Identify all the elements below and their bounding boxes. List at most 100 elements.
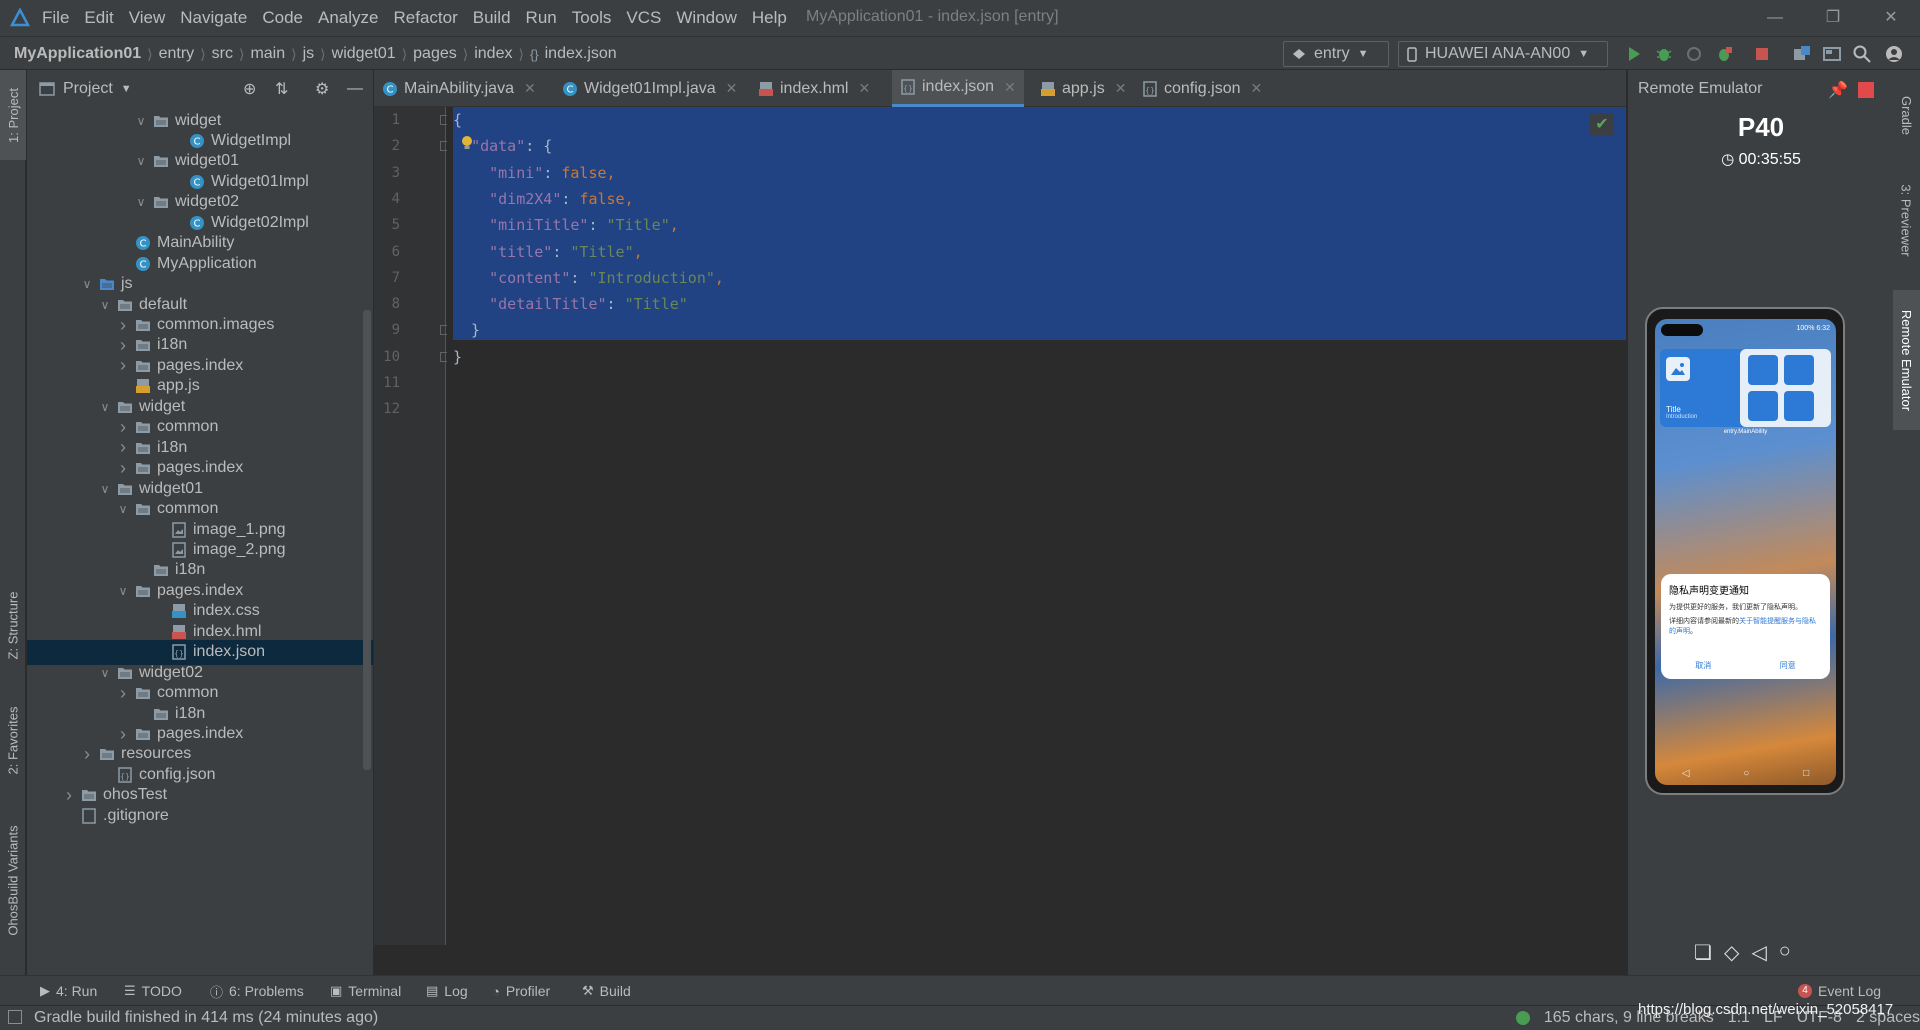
tab-build-variants[interactable]: OhosBuild Variants bbox=[0, 810, 26, 950]
module-selector[interactable]: entry ▼ bbox=[1283, 41, 1389, 67]
editor-tab[interactable]: {} config.json ✕ bbox=[1134, 70, 1270, 107]
menu-edit[interactable]: Edit bbox=[84, 8, 113, 28]
image-icon bbox=[1784, 391, 1814, 421]
device-selector[interactable]: HUAWEI ANA-AN00 ▼ bbox=[1398, 41, 1608, 67]
js-file-icon bbox=[136, 379, 150, 394]
minimize-icon[interactable]: — bbox=[1746, 0, 1804, 36]
menu-navigate[interactable]: Navigate bbox=[180, 8, 247, 28]
code-editor[interactable]: { "data": { "mini": false, "dim2X4": fal… bbox=[447, 107, 1626, 945]
tab-previewer[interactable]: 3: Previewer bbox=[1893, 170, 1920, 270]
account-icon[interactable] bbox=[1884, 44, 1904, 64]
chevron-down-icon[interactable]: ∨ bbox=[97, 482, 113, 496]
editor-tab[interactable]: C MainAbility.java ✕ bbox=[374, 70, 544, 107]
widget-card[interactable]: Title Introduction bbox=[1660, 349, 1831, 427]
chevron-down-icon[interactable]: ∨ bbox=[97, 400, 113, 414]
editor-tab[interactable]: {} index.json ✕ bbox=[892, 70, 1024, 107]
phone-home-icon[interactable]: ○ bbox=[1743, 768, 1749, 779]
phone-screen[interactable]: 100% 6:32 Title Introduction entry.MainA… bbox=[1655, 319, 1836, 785]
close-icon[interactable]: ✕ bbox=[1862, 0, 1920, 36]
chevron-down-icon[interactable]: ∨ bbox=[115, 502, 131, 516]
menu-file[interactable]: File bbox=[42, 8, 69, 28]
chevron-down-icon[interactable]: ∨ bbox=[133, 195, 149, 209]
tree-item-label: Widget01Impl bbox=[211, 172, 309, 190]
chevron-down-icon[interactable]: ∨ bbox=[115, 584, 131, 598]
profile-icon[interactable] bbox=[1714, 44, 1734, 64]
editor-tab[interactable]: C Widget01Impl.java ✕ bbox=[554, 70, 745, 107]
tool-window-button[interactable]: ⓘ 6: Problems bbox=[210, 976, 304, 1006]
menu-build[interactable]: Build bbox=[473, 8, 511, 28]
breadcrumb-item[interactable]: entry bbox=[159, 45, 195, 63]
close-tab-icon[interactable]: ✕ bbox=[1004, 79, 1016, 96]
chevron-down-icon[interactable]: ∨ bbox=[79, 277, 95, 291]
gear-icon[interactable]: ⚙ bbox=[315, 79, 329, 99]
hide-icon[interactable]: — bbox=[347, 80, 363, 98]
breadcrumb-item[interactable]: js bbox=[303, 45, 315, 63]
home-icon[interactable]: ○ bbox=[1779, 940, 1791, 965]
rotate-icon[interactable]: ◇ bbox=[1724, 940, 1739, 965]
lightbulb-icon[interactable] bbox=[461, 135, 473, 151]
locate-icon[interactable]: ⊕ bbox=[243, 79, 256, 99]
restore-icon[interactable]: ❐ bbox=[1804, 0, 1862, 36]
project-view-selector[interactable]: Project bbox=[63, 80, 113, 98]
menu-vcs[interactable]: VCS bbox=[626, 8, 661, 28]
tool-window-button[interactable]: ⚒ Build bbox=[582, 976, 631, 1006]
inspection-ok-icon[interactable]: ✔ bbox=[1590, 113, 1614, 135]
breadcrumb-item[interactable]: index bbox=[474, 45, 512, 63]
close-tab-icon[interactable]: ✕ bbox=[524, 80, 536, 97]
tab-remote-emulator[interactable]: Remote Emulator bbox=[1893, 290, 1920, 430]
chevron-down-icon[interactable]: ∨ bbox=[97, 298, 113, 312]
menu-help[interactable]: Help bbox=[752, 8, 787, 28]
menu-view[interactable]: View bbox=[129, 8, 166, 28]
dialog-agree-button[interactable]: 同意 bbox=[1780, 660, 1796, 671]
breadcrumb-item[interactable]: src bbox=[212, 45, 233, 63]
back-icon[interactable]: ◁ bbox=[1751, 940, 1766, 965]
tab-favorites[interactable]: 2: Favorites bbox=[0, 690, 26, 790]
breadcrumb-item[interactable]: main bbox=[250, 45, 285, 63]
breadcrumb-item[interactable]: pages bbox=[413, 45, 457, 63]
tab-gradle[interactable]: Gradle bbox=[1893, 80, 1920, 150]
phone-back-icon[interactable]: ◁ bbox=[1682, 768, 1690, 779]
status-toggle-icon[interactable] bbox=[8, 1010, 22, 1024]
pin-icon[interactable]: 📌 bbox=[1828, 80, 1848, 100]
dialog-cancel-button[interactable]: 取消 bbox=[1695, 660, 1711, 671]
chevron-down-icon[interactable]: ∨ bbox=[133, 114, 149, 128]
device-manager-icon[interactable] bbox=[1822, 44, 1842, 64]
chevron-down-icon[interactable]: ▼ bbox=[121, 83, 132, 95]
collapse-all-icon[interactable]: ⇅ bbox=[275, 79, 288, 99]
tool-window-button[interactable]: ◔ Profiler bbox=[492, 976, 550, 1006]
breadcrumb-item[interactable]: MyApplication01 bbox=[14, 45, 141, 63]
chevron-down-icon[interactable]: ∨ bbox=[133, 154, 149, 168]
tool-window-button[interactable]: ☰ TODO bbox=[124, 976, 182, 1006]
stop-emulator-icon[interactable] bbox=[1858, 82, 1874, 98]
close-tab-icon[interactable]: ✕ bbox=[726, 80, 738, 97]
close-tab-icon[interactable]: ✕ bbox=[1115, 80, 1127, 97]
menu-refactor[interactable]: Refactor bbox=[393, 8, 457, 28]
editor-tab[interactable]: index.hml ✕ bbox=[750, 70, 878, 107]
tool-window-button[interactable]: ▤ Log bbox=[426, 976, 468, 1006]
editor-tab[interactable]: app.js ✕ bbox=[1032, 70, 1134, 107]
menu-window[interactable]: Window bbox=[676, 8, 736, 28]
close-tab-icon[interactable]: ✕ bbox=[858, 80, 870, 97]
breadcrumb-item[interactable]: widget01 bbox=[332, 45, 396, 63]
project-structure-icon[interactable] bbox=[1792, 44, 1812, 64]
tool-window-button[interactable]: ▶ 4: Run bbox=[40, 976, 97, 1006]
project-scrollbar[interactable] bbox=[363, 310, 371, 770]
phone-recents-icon[interactable]: □ bbox=[1803, 768, 1809, 779]
chevron-down-icon[interactable]: ∨ bbox=[97, 666, 113, 680]
close-tab-icon[interactable]: ✕ bbox=[1251, 80, 1263, 97]
tab-structure[interactable]: Z: Structure bbox=[0, 570, 26, 680]
menu-code[interactable]: Code bbox=[262, 8, 303, 28]
menu-analyze[interactable]: Analyze bbox=[318, 8, 378, 28]
run-icon[interactable] bbox=[1624, 44, 1644, 64]
stop-icon[interactable] bbox=[1752, 44, 1772, 64]
screenshot-icon[interactable]: ❏ bbox=[1694, 940, 1712, 965]
tree-item[interactable]: .gitignore bbox=[27, 803, 373, 828]
tool-window-button[interactable]: ▣ Terminal bbox=[330, 976, 401, 1006]
tab-project[interactable]: 1: Project bbox=[0, 70, 26, 160]
search-icon[interactable] bbox=[1852, 44, 1872, 64]
breadcrumb-item[interactable]: index.json bbox=[545, 45, 617, 63]
menu-tools[interactable]: Tools bbox=[572, 8, 612, 28]
debug-icon[interactable] bbox=[1654, 44, 1674, 64]
attach-debugger-icon[interactable] bbox=[1684, 44, 1704, 64]
menu-run[interactable]: Run bbox=[526, 8, 557, 28]
